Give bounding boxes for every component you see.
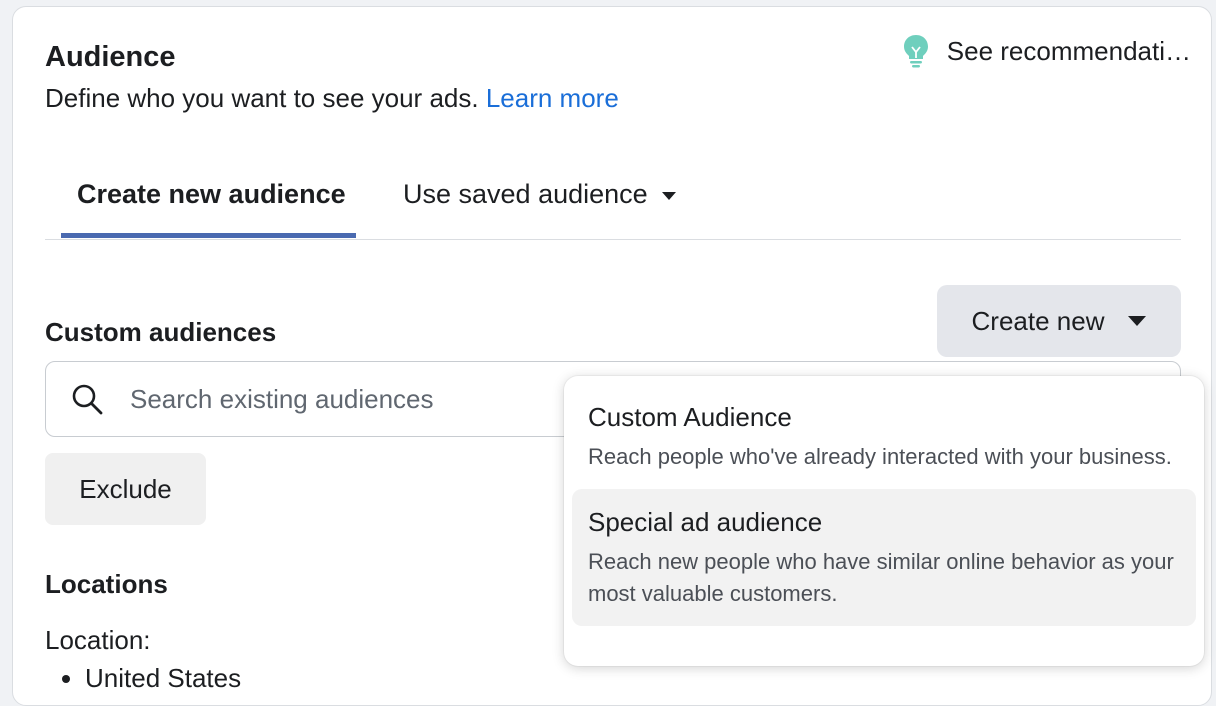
active-tab-indicator [61,233,356,238]
audience-tabs: Create new audience Use saved audience [45,167,1181,240]
menu-item-description: Reach people who've already interacted w… [588,444,1172,469]
section-title: Audience [45,41,176,73]
menu-item-special-ad-audience[interactable]: Special ad audience Reach new people who… [572,489,1196,626]
create-new-label: Create new [971,305,1105,336]
menu-item-custom-audience[interactable]: Custom Audience Reach people who've alre… [572,384,1196,489]
location-field-label: Location: [45,625,151,655]
tab-label: Use saved audience [403,179,648,209]
location-list: United States [45,663,241,694]
tab-use-saved-audience[interactable]: Use saved audience [403,179,676,210]
chevron-down-icon [661,191,676,200]
menu-item-description: Reach new people who have similar online… [588,549,1174,606]
list-item: United States [85,663,241,694]
search-input[interactable] [128,382,552,416]
create-new-button[interactable]: Create new [937,285,1181,357]
lightbulb-icon [903,35,928,68]
exclude-button[interactable]: Exclude [45,453,206,525]
learn-more-link[interactable]: Learn more [486,83,619,113]
chevron-down-icon [1128,316,1147,326]
menu-item-title: Custom Audience [588,402,792,432]
menu-item-title: Special ad audience [588,507,823,537]
see-recommendations-button[interactable]: See recommendati… [901,33,1191,69]
section-subtitle: Define who you want to see your ads. Lea… [45,83,619,114]
locations-label: Locations [45,569,168,599]
create-new-dropdown-menu: Custom Audience Reach people who've alre… [564,376,1204,666]
subtitle-text: Define who you want to see your ads. [45,83,479,113]
custom-audiences-label: Custom audiences [45,317,277,347]
see-recommendations-label: See recommendati… [946,35,1191,66]
search-icon [72,384,103,415]
tab-label: Create new audience [77,179,346,209]
tab-create-new-audience[interactable]: Create new audience [77,179,346,210]
